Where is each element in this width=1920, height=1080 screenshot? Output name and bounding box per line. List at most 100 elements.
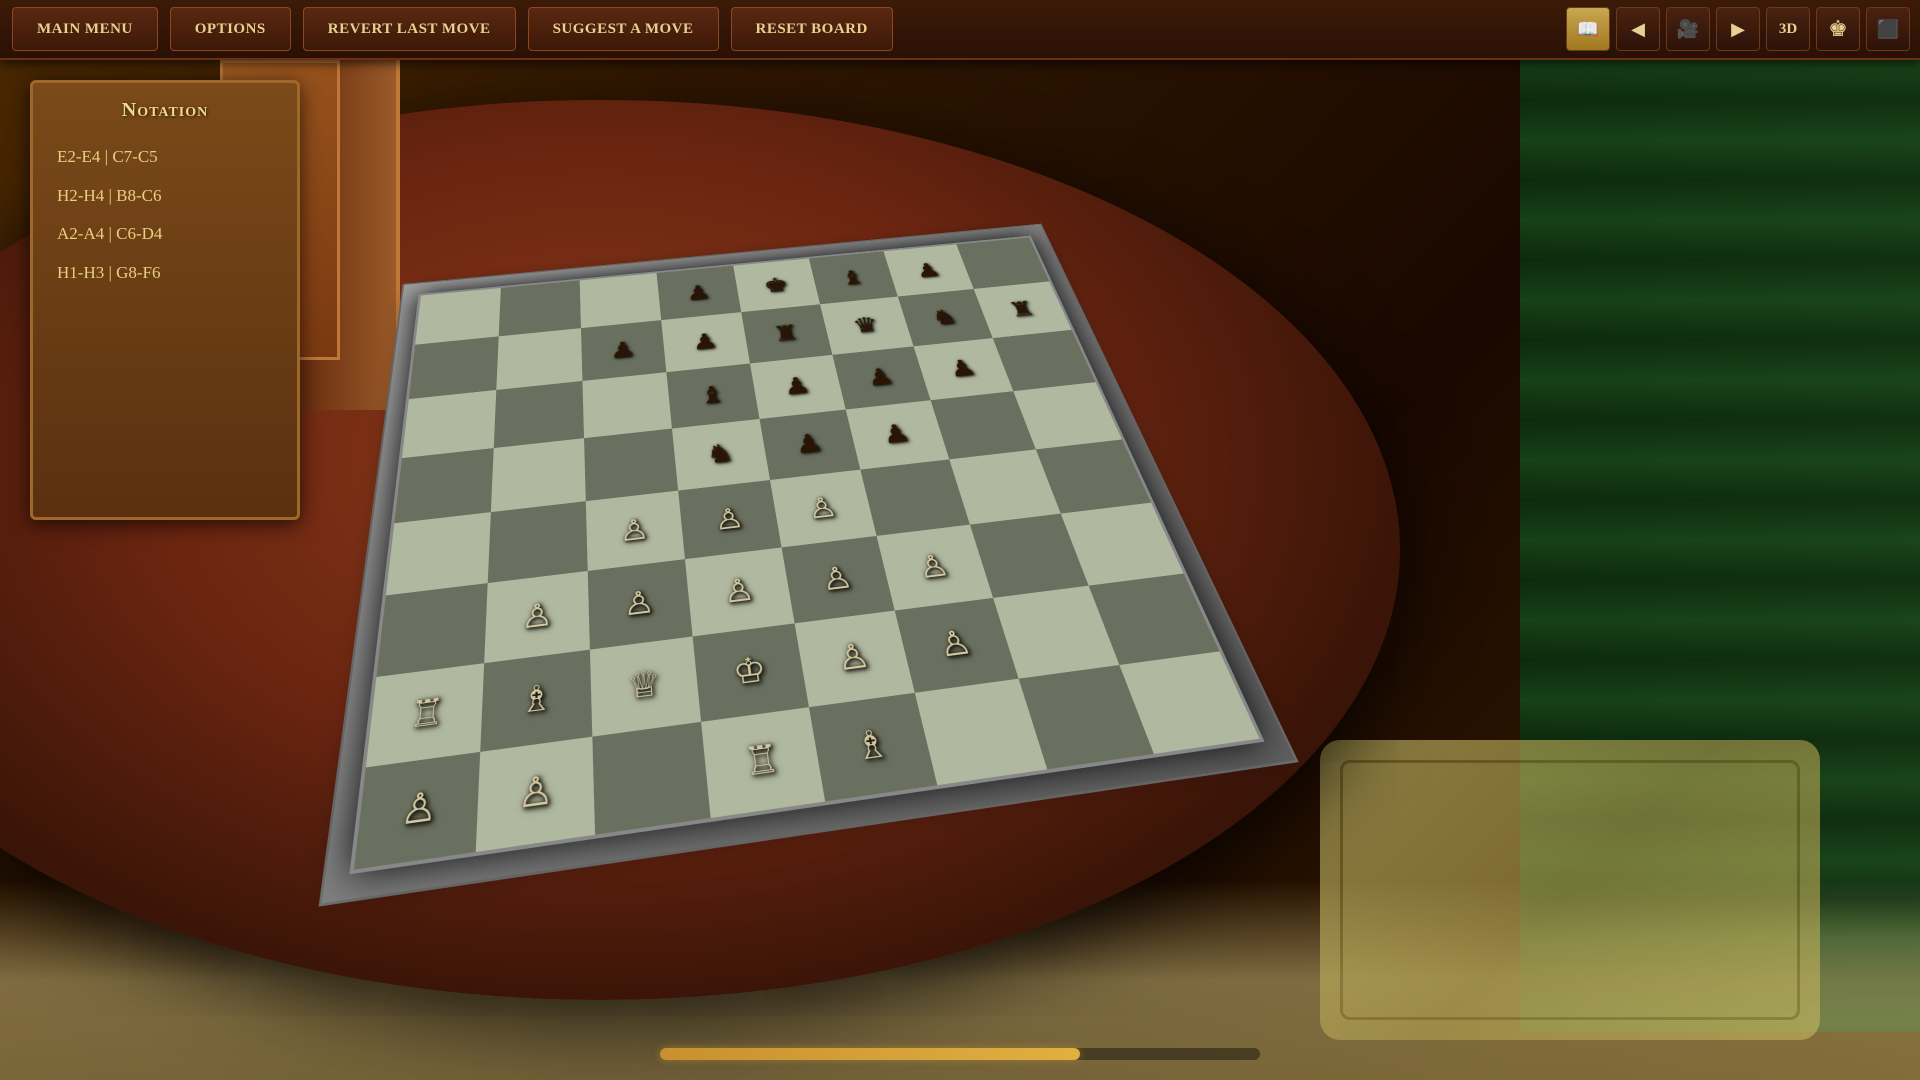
suggest-move-button[interactable]: Suggest a Move xyxy=(528,7,719,51)
next-button[interactable]: ▶ xyxy=(1716,7,1760,51)
chess-piece-white-4-3[interactable]: ♙ xyxy=(712,503,745,534)
chess-piece-white-5-4[interactable]: ♙ xyxy=(819,561,856,595)
chess-piece-white-6-5[interactable]: ♙ xyxy=(935,625,976,662)
board-cell-5-1[interactable]: ♙ xyxy=(484,571,589,662)
chess-piece-black-2-6[interactable]: ♟ xyxy=(946,356,979,380)
board-cell-0-7[interactable] xyxy=(957,237,1050,289)
chess-piece-white-7-4[interactable]: ♗ xyxy=(851,724,893,767)
board-cell-7-2[interactable] xyxy=(592,722,711,835)
board-cell-5-4[interactable]: ♙ xyxy=(782,536,895,623)
chess-piece-black-1-7[interactable]: ♜ xyxy=(1006,298,1038,320)
reset-board-button[interactable]: Reset Board xyxy=(731,7,893,51)
chess-piece-white-7-0[interactable]: ♙ xyxy=(399,786,439,832)
camera-icon: 🎥 xyxy=(1677,19,1699,40)
checkerboard-icon-button[interactable]: ⬛ xyxy=(1866,7,1910,51)
progress-bar-container xyxy=(660,1048,1260,1060)
chess-piece-white-7-1[interactable]: ♙ xyxy=(517,770,554,815)
chess-piece-black-1-6[interactable]: ♞ xyxy=(929,306,960,328)
chess-piece-black-3-3[interactable]: ♞ xyxy=(705,440,736,468)
board-cell-5-3[interactable]: ♙ xyxy=(685,548,794,636)
board-cell-4-3[interactable]: ♙ xyxy=(678,480,781,559)
navbar-left: Main Menu Options Revert Last Move Sugge… xyxy=(0,7,897,51)
book-icon-button[interactable]: 📖 xyxy=(1566,7,1610,51)
progress-bar-fill xyxy=(660,1048,1080,1060)
board-cell-0-2[interactable] xyxy=(579,273,661,328)
chess-piece-black-3-4[interactable]: ♟ xyxy=(793,430,826,458)
chess-piece-black-1-3[interactable]: ♟ xyxy=(691,330,719,353)
chess-piece-white-7-3[interactable]: ♖ xyxy=(742,739,782,782)
board-cell-7-1[interactable]: ♙ xyxy=(475,736,594,852)
chess-piece-white-5-1[interactable]: ♙ xyxy=(521,598,553,634)
board-cell-7-0[interactable]: ♙ xyxy=(354,752,480,870)
chess-piece-white-5-3[interactable]: ♙ xyxy=(721,573,756,607)
chess-piece-black-2-5[interactable]: ♟ xyxy=(864,365,896,390)
board-cell-0-4[interactable]: ♚ xyxy=(733,259,820,313)
chess-piece-black-0-4[interactable]: ♚ xyxy=(762,274,790,295)
chess-piece-black-0-5[interactable]: ♝ xyxy=(838,267,867,288)
board-cell-4-1[interactable] xyxy=(487,501,587,583)
notation-panel: Notation E2-E4 | C7-C5H2-H4 | B8-C6A2-A4… xyxy=(30,80,300,520)
board-cell-2-3[interactable]: ♝ xyxy=(667,363,760,428)
board-cell-1-5[interactable]: ♛ xyxy=(820,297,913,355)
board-cell-3-4[interactable]: ♟ xyxy=(759,409,860,480)
chess-piece-black-0-6[interactable]: ♟ xyxy=(913,260,943,280)
options-button[interactable]: Options xyxy=(170,7,291,51)
chess-piece-white-6-2[interactable]: ♕ xyxy=(626,665,662,704)
floor-rug xyxy=(1320,740,1820,1040)
navbar: Main Menu Options Revert Last Move Sugge… xyxy=(0,0,1920,60)
board-cell-4-4[interactable]: ♙ xyxy=(770,470,876,548)
chess-piece-white-6-1[interactable]: ♗ xyxy=(519,679,553,719)
board-cell-0-1[interactable] xyxy=(498,280,580,336)
board-cell-6-4[interactable]: ♙ xyxy=(795,610,915,707)
chess-piece-black-1-4[interactable]: ♜ xyxy=(771,322,800,345)
chess-piece-white-5-2[interactable]: ♙ xyxy=(622,586,655,621)
chess-piece-black-3-5[interactable]: ♟ xyxy=(879,420,913,447)
chess-piece-black-0-3[interactable]: ♟ xyxy=(685,282,712,303)
board-cell-0-5[interactable]: ♝ xyxy=(809,251,898,304)
chess-piece-white-4-4[interactable]: ♙ xyxy=(805,492,840,522)
chess-piece-white-6-4[interactable]: ♙ xyxy=(834,638,873,676)
navbar-right: 📖 ◀ 🎥 ▶ 3D ♚ ⬛ xyxy=(1564,7,1920,51)
chess-piece-black-1-5[interactable]: ♛ xyxy=(851,314,881,337)
board-cell-6-0[interactable]: ♖ xyxy=(366,663,484,767)
chess-piece-white-6-0[interactable]: ♖ xyxy=(408,693,446,734)
board-cell-1-4[interactable]: ♜ xyxy=(741,304,832,363)
chess-piece-white-4-2[interactable]: ♙ xyxy=(618,514,650,546)
board-cell-4-2[interactable]: ♙ xyxy=(585,491,685,572)
board-cell-2-1[interactable] xyxy=(493,381,583,448)
prev-button[interactable]: ◀ xyxy=(1616,7,1660,51)
revert-last-move-button[interactable]: Revert Last Move xyxy=(303,7,516,51)
board-cell-1-3[interactable]: ♟ xyxy=(661,312,749,372)
board-cell-6-3[interactable]: ♔ xyxy=(693,623,809,722)
board-cell-2-0[interactable] xyxy=(402,390,496,458)
board-cell-0-0[interactable] xyxy=(415,288,500,345)
chess-piece-black-2-4[interactable]: ♟ xyxy=(781,373,812,398)
toggle-3d-button[interactable]: 3D xyxy=(1766,7,1810,51)
notation-move-4: H1-H3 | G8-F6 xyxy=(49,254,281,293)
board-cell-3-1[interactable] xyxy=(491,438,586,512)
main-menu-button[interactable]: Main Menu xyxy=(12,7,158,51)
board-cell-3-2[interactable] xyxy=(584,428,679,501)
board-cell-6-1[interactable]: ♗ xyxy=(480,649,592,751)
board-cell-1-1[interactable] xyxy=(496,328,582,389)
board-cell-5-0[interactable] xyxy=(376,583,487,676)
board-cell-0-3[interactable]: ♟ xyxy=(657,266,741,321)
chess-piece-white-5-5[interactable]: ♙ xyxy=(914,550,952,583)
board-cell-3-0[interactable] xyxy=(394,448,493,523)
camera-icon-button[interactable]: 🎥 xyxy=(1666,7,1710,51)
chess-piece-white-6-3[interactable]: ♔ xyxy=(731,652,768,691)
notation-move-2: H2-H4 | B8-C6 xyxy=(49,177,281,216)
board-cell-1-0[interactable] xyxy=(409,337,499,399)
board-cell-7-3[interactable]: ♖ xyxy=(701,707,825,818)
board-cell-2-2[interactable] xyxy=(582,372,672,438)
chess-piece-black-2-3[interactable]: ♝ xyxy=(697,382,727,407)
notation-move-3: A2-A4 | C6-D4 xyxy=(49,215,281,254)
board-cell-2-4[interactable]: ♟ xyxy=(750,355,845,419)
chess-piece-black-1-2[interactable]: ♟ xyxy=(609,338,636,362)
board-cell-1-2[interactable]: ♟ xyxy=(581,320,667,380)
king-piece-icon-button[interactable]: ♚ xyxy=(1816,7,1860,51)
board-cell-6-2[interactable]: ♕ xyxy=(589,636,701,737)
board-cell-5-2[interactable]: ♙ xyxy=(587,559,693,649)
board-cell-4-0[interactable] xyxy=(386,512,491,596)
board-cell-3-3[interactable]: ♞ xyxy=(672,419,770,491)
